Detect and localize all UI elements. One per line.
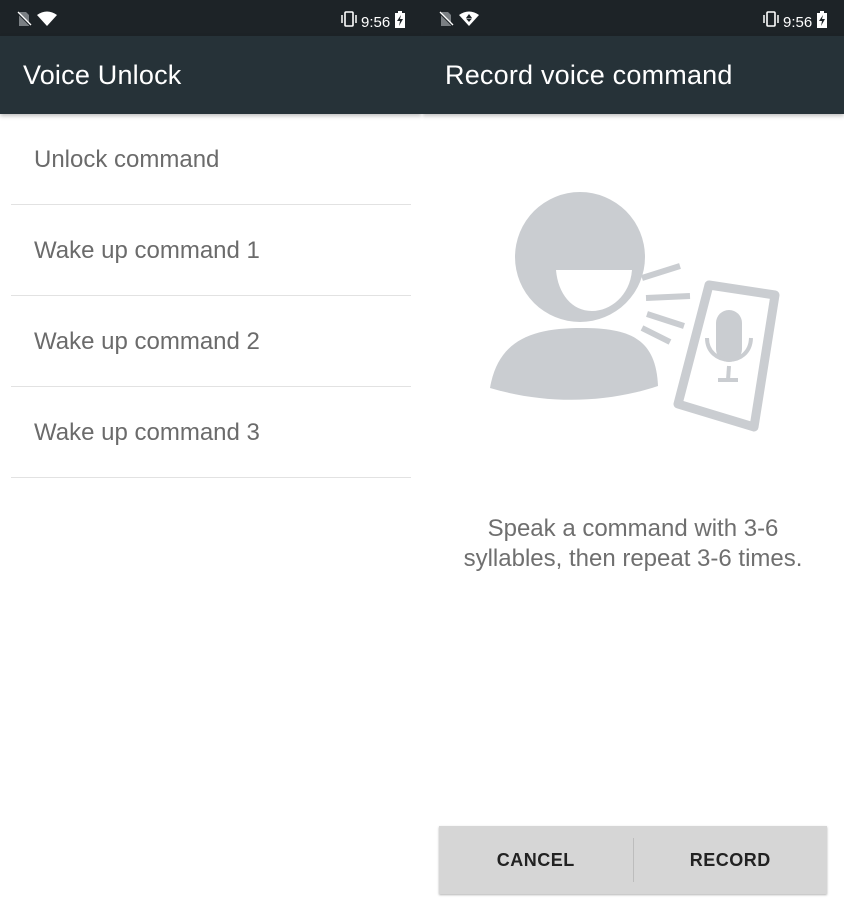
vibrate-icon [762, 11, 780, 32]
list-item-label: Wake up command 2 [34, 328, 260, 355]
status-time: 9:56 [783, 14, 813, 31]
battery-charging-icon [817, 11, 827, 33]
app-bar: Record voice command [422, 36, 844, 114]
no-sim-icon [16, 11, 32, 32]
cancel-button[interactable]: CANCEL [439, 826, 633, 894]
battery-charging-icon [395, 11, 405, 33]
status-bar: 9:56 [422, 0, 844, 36]
page-title: Voice Unlock [23, 60, 182, 90]
page-title: Record voice command [445, 60, 733, 90]
list-item-wake-up-command-3[interactable]: Wake up command 3 [11, 387, 411, 478]
instruction-text: Speak a command with 3-6 syllables, then… [422, 514, 844, 574]
voice-unlock-screen: 9:56 Voice Unlock Unlock command Wake up… [0, 0, 422, 900]
no-sim-icon [438, 11, 454, 32]
list-item-wake-up-command-1[interactable]: Wake up command 1 [11, 205, 411, 296]
list-item-wake-up-command-2[interactable]: Wake up command 2 [11, 296, 411, 387]
list-item-label: Wake up command 3 [34, 419, 260, 446]
button-bar: CANCEL RECORD [439, 826, 827, 894]
status-time: 9:56 [361, 14, 391, 31]
list-item-unlock-command[interactable]: Unlock command [11, 114, 411, 205]
list-item-label: Wake up command 1 [34, 237, 260, 264]
list-item-label: Unlock command [34, 146, 220, 173]
app-bar: Voice Unlock [0, 36, 422, 114]
command-list: Unlock command Wake up command 1 Wake up… [0, 114, 422, 478]
wifi-data-icon [459, 11, 479, 32]
vibrate-icon [340, 11, 358, 32]
wifi-icon [37, 11, 57, 32]
record-button[interactable]: RECORD [634, 826, 828, 894]
instruction-line-2: syllables, then repeat 3-6 times. [463, 545, 803, 572]
record-voice-command-screen: 9:56 Record voice command Speak a comman… [422, 0, 844, 900]
speaking-person-phone-mic-icon [484, 190, 784, 440]
instruction-line-1: Speak a command with 3-6 [487, 515, 779, 542]
status-bar: 9:56 [0, 0, 422, 36]
